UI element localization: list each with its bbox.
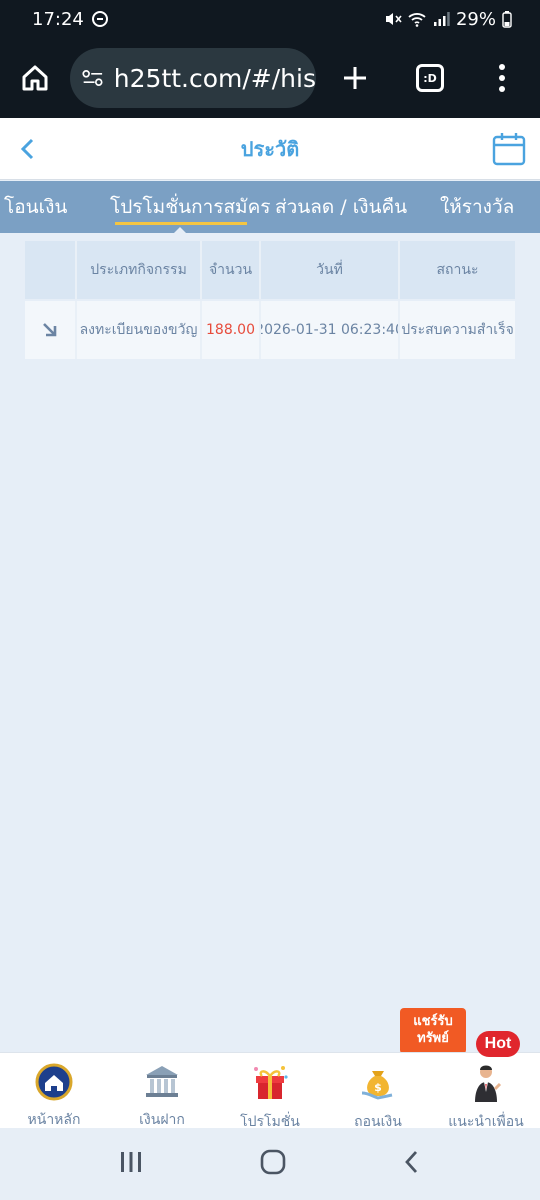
bottom-nav: หน้าหลัก เงินฝาก โปรโมชั่น $ ถอนเงิน แนะ… — [0, 1052, 540, 1130]
tab-transfer[interactable]: โอนเงิน — [4, 181, 67, 233]
gift-icon — [250, 1063, 290, 1103]
hot-badge: Hot — [476, 1031, 520, 1057]
calendar-icon — [492, 133, 526, 166]
cell-status: ประสบความสำเร็จ — [401, 322, 514, 338]
recent-apps-icon — [121, 1152, 141, 1172]
active-tab-caret — [173, 227, 187, 233]
svg-text:$: $ — [374, 1081, 382, 1094]
nav-promotion[interactable]: โปรโมชั่น — [216, 1053, 324, 1130]
site-settings-icon — [82, 70, 103, 86]
do-not-disturb-icon — [91, 11, 108, 27]
share-badge-line2: ทรัพย์ — [417, 1031, 449, 1046]
system-home-button[interactable] — [260, 1149, 286, 1179]
browser-home-button[interactable] — [0, 38, 70, 118]
url-text: h25tt.com/#/his — [113, 63, 316, 93]
tab-switcher-button[interactable]: :D — [394, 64, 466, 92]
header-cell-amount: จำนวน — [202, 241, 261, 299]
status-time: 17:24 — [32, 8, 84, 30]
table-header-row: ประเภทกิจกรรม จำนวน วันที่ สถานะ — [25, 241, 515, 299]
money-bag-icon: $ — [358, 1063, 398, 1103]
cell-type: ลงทะเบียนของขวัญ — [77, 301, 202, 359]
home-outline-icon — [22, 65, 48, 91]
refer-friend-icon — [466, 1063, 506, 1103]
header-cell-date: วันที่ — [261, 241, 400, 299]
browser-toolbar: h25tt.com/#/his :D — [0, 38, 540, 118]
nav-deposit[interactable]: เงินฝาก — [108, 1053, 216, 1128]
address-bar[interactable]: h25tt.com/#/his — [70, 48, 316, 108]
recent-apps-button[interactable] — [118, 1150, 144, 1178]
header-cell-type: ประเภทกิจกรรม — [77, 241, 202, 299]
share-badge-line1: แชร์รับ — [413, 1014, 453, 1030]
circle-home-icon — [260, 1149, 286, 1175]
history-table: ประเภทกิจกรรม จำนวน วันที่ สถานะ ลงทะเบี… — [25, 241, 515, 359]
more-vertical-icon — [499, 64, 505, 92]
cell-amount: 188.00 — [202, 301, 261, 359]
chevron-left-icon — [20, 138, 34, 160]
browser-menu-button[interactable] — [466, 64, 538, 92]
history-tabs: โอนเงิน โปรโมชั่นการสมัคร ส่วนลด / เงินค… — [0, 181, 540, 233]
share-reward-badge[interactable]: แชร์รับ ทรัพย์ — [400, 1008, 466, 1062]
system-navigation-bar — [0, 1128, 540, 1200]
nav-home[interactable]: หน้าหลัก — [0, 1053, 108, 1128]
tab-count-icon: :D — [416, 64, 444, 92]
header-cell-status: สถานะ — [436, 262, 479, 278]
status-bar: 17:24 29% — [0, 0, 540, 38]
app-header: ประวัติ — [0, 118, 540, 180]
incoming-arrow-icon — [25, 301, 77, 359]
mute-icon — [385, 13, 402, 25]
calendar-button[interactable] — [492, 132, 526, 166]
page-title: ประวัติ — [240, 136, 300, 161]
tab-discount-cashback[interactable]: ส่วนลด / เงินคืน — [275, 181, 407, 233]
battery-icon — [502, 11, 512, 28]
tab-signup-promotion[interactable]: โปรโมชั่นการสมัคร — [110, 181, 271, 233]
tab-rewards[interactable]: ให้รางวัล — [440, 181, 514, 233]
battery-percent: 29% — [455, 8, 496, 30]
nav-refer-friend[interactable]: แนะนำเพื่อน — [432, 1053, 540, 1130]
system-back-button[interactable] — [402, 1149, 422, 1179]
bank-icon — [142, 1063, 182, 1101]
back-button[interactable] — [10, 130, 46, 168]
nav-withdraw[interactable]: $ ถอนเงิน — [324, 1053, 432, 1130]
new-tab-button[interactable] — [316, 65, 394, 91]
table-row[interactable]: ลงทะเบียนของขวัญ 188.00 2026-01-31 06:23… — [25, 301, 515, 359]
header-cell-icon — [25, 241, 77, 299]
home-icon — [34, 1063, 74, 1101]
back-chevron-icon — [405, 1151, 418, 1173]
plus-icon — [344, 67, 366, 89]
signal-icon — [433, 12, 450, 26]
cell-date: 2026-01-31 06:23:40 — [261, 301, 400, 359]
active-tab-indicator — [115, 222, 247, 225]
wifi-icon — [408, 13, 426, 27]
